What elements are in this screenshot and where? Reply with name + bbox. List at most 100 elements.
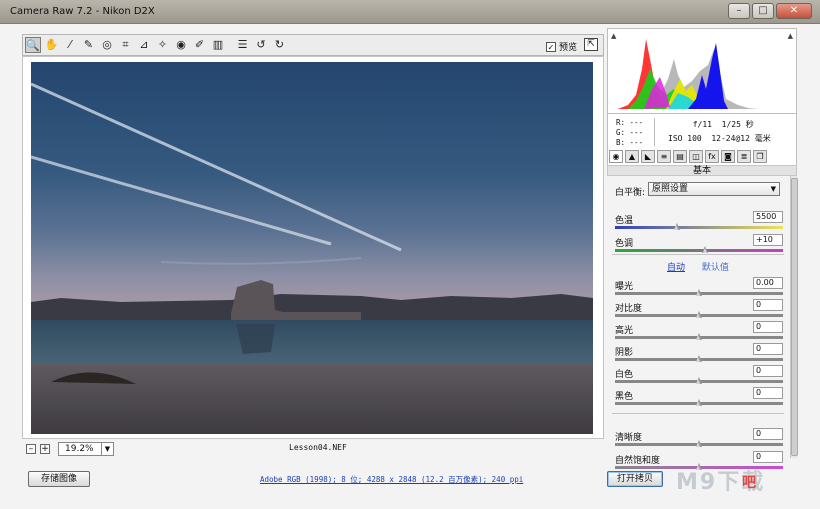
basic-panel: 白平衡: 原照设置 ▼ 自动 默认值 色温 5500 色调 +10 曝光 0.00 对比度 0… — [607, 176, 789, 470]
slider-exposure: 曝光 0.00 — [615, 277, 783, 300]
clarity-value-field[interactable]: 0 — [753, 428, 783, 440]
vibrance-label: 自然饱和度 — [615, 456, 661, 466]
panel-tab-2[interactable]: ▲ — [625, 150, 639, 163]
highlights-label: 高光 — [615, 326, 634, 336]
beach — [31, 364, 593, 434]
clarity-label: 清晰度 — [615, 433, 643, 443]
zoom-level-value: 19.2% — [65, 444, 94, 454]
blacks-slider-thumb[interactable] — [695, 399, 702, 406]
iso: ISO 100 — [668, 134, 702, 143]
rotate-left-tool-icon[interactable]: ↺ — [253, 37, 269, 53]
whites-slider-thumb[interactable] — [695, 377, 702, 384]
highlights-value-field[interactable]: 0 — [753, 321, 783, 333]
minimize-button[interactable]: – — [728, 3, 750, 19]
panel-tab-4[interactable]: ≡ — [657, 150, 671, 163]
fullscreen-toggle-icon[interactable]: ⇱ — [584, 38, 598, 51]
clarity-slider-thumb[interactable] — [695, 440, 702, 447]
white-balance-select[interactable]: 原照设置 ▼ — [648, 182, 780, 196]
graduated-filter-tool-icon[interactable]: ▥ — [210, 37, 226, 53]
scrollbar-thumb[interactable] — [791, 178, 798, 456]
shadows-value-field[interactable]: 0 — [753, 343, 783, 355]
rotate-right-tool-icon[interactable]: ↻ — [272, 37, 288, 53]
temp-slider-track[interactable] — [615, 226, 783, 229]
red-eye-tool-icon[interactable]: ◉ — [173, 37, 189, 53]
panel-tab-8[interactable]: ◙ — [721, 150, 735, 163]
adjustment-brush-tool-icon[interactable]: ✐ — [192, 37, 208, 53]
tint-label: 色调 — [615, 239, 634, 249]
slider-contrast: 对比度 0 — [615, 299, 783, 322]
maximize-button[interactable]: □ — [752, 3, 774, 19]
save-image-button[interactable]: 存储图像 — [28, 471, 90, 487]
shutter-speed: 1/25 秒 — [721, 120, 754, 129]
slider-vibrance: 自然饱和度 0 — [615, 451, 783, 474]
contrast-slider-thumb[interactable] — [695, 311, 702, 318]
vibrance-value-field[interactable]: 0 — [753, 451, 783, 463]
panel-scrollbar[interactable] — [790, 176, 798, 458]
workflow-options-link[interactable]: Adobe RGB (1998); 8 位; 4288 x 2848 (12.2… — [260, 474, 523, 485]
highlights-slider-thumb[interactable] — [695, 333, 702, 340]
temp-slider-thumb[interactable] — [673, 223, 680, 230]
panel-title: 基本 — [607, 165, 797, 176]
hand-tool-icon[interactable]: ✋ — [44, 37, 60, 53]
chevron-down-icon: ▼ — [770, 185, 776, 193]
preview-check-box[interactable]: ✓ — [546, 41, 556, 52]
chevron-down-icon[interactable]: ▼ — [101, 443, 113, 455]
tint-value-field[interactable]: +10 — [753, 234, 783, 246]
title-bar: Camera Raw 7.2 - Nikon D2X – □ ✕ — [0, 0, 820, 24]
slider-highlights: 高光 0 — [615, 321, 783, 344]
whites-value-field[interactable]: 0 — [753, 365, 783, 377]
panel-tab-5[interactable]: ▤ — [673, 150, 687, 163]
color-sampler-tool-icon[interactable]: ✎ — [81, 37, 97, 53]
zoom-out-button[interactable]: – — [26, 444, 36, 454]
whites-label: 白色 — [615, 370, 634, 380]
panel-tab-7[interactable]: fx — [705, 150, 719, 163]
panel-tab-3[interactable]: ◣ — [641, 150, 655, 163]
slider-temp: 色温 5500 — [615, 211, 783, 234]
preview-status-bar: – + 19.2% ▼ Lesson04.NEF — [22, 440, 604, 458]
right-panel: ▲ ▲ R: --- G: --- B: --- f/11 1/25 秒 ISO… — [607, 28, 799, 470]
white-balance-label: 白平衡: — [615, 188, 646, 198]
blacks-value-field[interactable]: 0 — [753, 387, 783, 399]
straighten-tool-icon[interactable]: ⊿ — [136, 37, 152, 53]
panel-tab-1[interactable]: ◉ — [609, 150, 623, 163]
spot-removal-tool-icon[interactable]: ✧ — [155, 37, 171, 53]
vibrance-slider-thumb[interactable] — [695, 463, 702, 470]
slider-tint: 色调 +10 — [615, 234, 783, 257]
exposure-slider-thumb[interactable] — [695, 289, 702, 296]
image-preview-frame — [22, 56, 604, 439]
slider-clarity: 清晰度 0 — [615, 428, 783, 451]
tint-slider-track[interactable] — [615, 249, 783, 252]
image-preview[interactable] — [31, 62, 593, 434]
sky — [31, 62, 593, 307]
preview-label: 预览 — [559, 43, 578, 53]
contrast-value-field[interactable]: 0 — [753, 299, 783, 311]
red-value: R: --- — [616, 118, 644, 127]
temp-label: 色温 — [615, 216, 634, 226]
crop-tool-icon[interactable]: ⌗ — [118, 37, 134, 53]
slider-whites: 白色 0 — [615, 365, 783, 388]
preview-checkbox[interactable]: ✓ 预览 — [546, 40, 577, 53]
close-button[interactable]: ✕ — [776, 3, 812, 19]
water — [31, 320, 593, 368]
shadows-slider-thumb[interactable] — [695, 355, 702, 362]
panel-tab-9[interactable]: ≣ — [737, 150, 751, 163]
zoom-in-button[interactable]: + — [40, 444, 50, 454]
exposure-value-field[interactable]: 0.00 — [753, 277, 783, 289]
divider — [612, 413, 784, 414]
green-value: G: --- — [616, 128, 644, 137]
rgb-readout: R: --- G: --- B: --- — [616, 118, 643, 148]
auto-link[interactable]: 自动 — [667, 263, 685, 273]
temp-value-field[interactable]: 5500 — [753, 211, 783, 223]
targeted-adjustment-tool-icon[interactable]: ◎ — [99, 37, 115, 53]
zoom-tool-icon[interactable]: 🔍 — [25, 37, 41, 53]
zoom-level-select[interactable]: 19.2% ▼ — [58, 442, 114, 456]
histogram-graph — [616, 39, 758, 109]
default-link[interactable]: 默认值 — [702, 263, 729, 273]
focal-length: 12-24@12 毫米 — [711, 134, 771, 143]
white-balance-tool-icon[interactable]: ⁄ — [62, 37, 78, 53]
panel-tab-10[interactable]: ❐ — [753, 150, 767, 163]
tint-slider-thumb[interactable] — [702, 246, 709, 253]
panel-tab-6[interactable]: ◫ — [689, 150, 703, 163]
histogram: ▲ ▲ — [607, 28, 797, 114]
preferences-tool-icon[interactable]: ☰ — [235, 37, 251, 53]
